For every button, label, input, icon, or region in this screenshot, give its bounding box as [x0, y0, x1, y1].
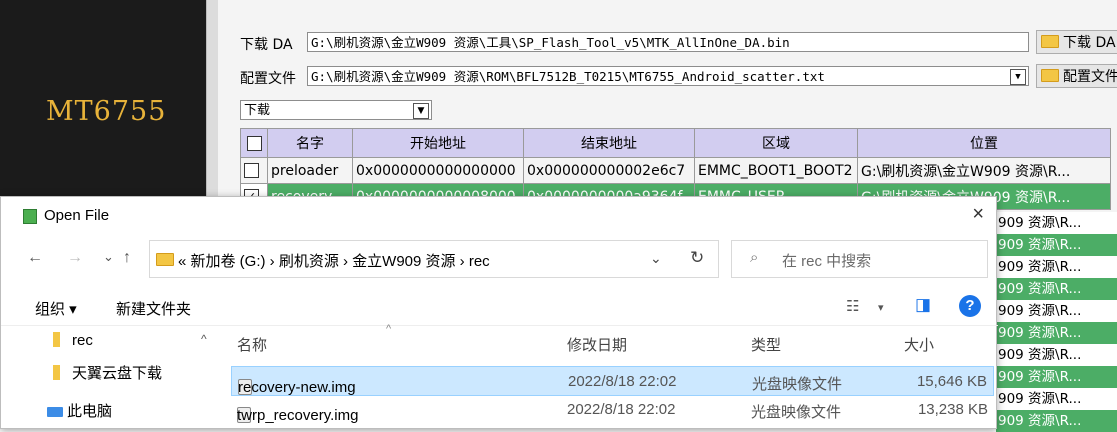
row-end: 0x000000000002e6c7	[523, 157, 695, 184]
col-end-address[interactable]: 结束地址	[523, 128, 695, 158]
file-type: 光盘映像文件	[751, 404, 842, 421]
file-size: 15,646 KB	[916, 373, 987, 390]
folder-icon	[53, 365, 60, 380]
partition-location-column-fragment: 909 资源\R... 909 资源\R... 909 资源\R... 909 …	[996, 212, 1117, 432]
file-type: 光盘映像文件	[752, 376, 843, 393]
nav-item-label: rec	[72, 332, 93, 349]
row-name: preloader	[267, 157, 353, 184]
file-size: 13,238 KB	[917, 401, 988, 418]
scatter-label: 配置文件	[240, 71, 296, 87]
scatter-file-button[interactable]: 配置文件	[1036, 64, 1117, 88]
chip-model-label: MT6755	[46, 96, 167, 127]
search-placeholder: 在 rec 中搜索	[782, 253, 872, 270]
file-date: 2022/8/18 22:02	[567, 401, 676, 418]
file-row[interactable]: twrp_recovery.img 2022/8/18 22:02 光盘映像文件…	[231, 395, 994, 425]
view-options-icon[interactable]: ☷	[846, 297, 859, 315]
select-all-header[interactable]	[240, 128, 268, 158]
download-da-button-label: 下载 DA	[1063, 35, 1116, 51]
chevron-down-icon[interactable]: ▾	[878, 301, 884, 314]
scatter-path-combo[interactable]: G:\刷机资源\金立W909 资源\ROM\BFL7512B_T0215\MT6…	[307, 66, 1029, 86]
back-arrow-icon[interactable]: ←	[27, 249, 43, 271]
col-location[interactable]: 位置	[857, 128, 1111, 158]
mode-select[interactable]: 下载 ▼	[240, 100, 432, 120]
refresh-icon[interactable]: ↻	[690, 248, 704, 268]
scroll-up-icon[interactable]: ^	[201, 332, 207, 346]
table-row-fragment[interactable]: 909 资源\R...	[996, 366, 1117, 388]
scatter-file-button-label: 配置文件	[1063, 69, 1117, 85]
table-row-fragment[interactable]: 909 资源\R...	[996, 234, 1117, 256]
navigation-pane: rec 天翼云盘下载 此电脑 ^	[1, 326, 217, 430]
row-checkbox-cell[interactable]	[240, 157, 268, 184]
table-header-row: 名字 开始地址 结束地址 区域 位置	[240, 128, 1111, 158]
chevron-down-icon[interactable]: ▼	[413, 103, 429, 119]
table-row-fragment[interactable]: 909 资源\R...	[996, 212, 1117, 234]
col-region[interactable]: 区域	[694, 128, 858, 158]
search-icon: ⌕	[750, 249, 759, 266]
file-name-text: twrp_recovery.img	[237, 407, 359, 424]
nav-item-this-pc[interactable]: 此电脑	[47, 400, 112, 421]
table-row-fragment[interactable]: 909 资源\R...	[996, 256, 1117, 278]
row-checkbox[interactable]	[244, 163, 259, 178]
table-row-fragment[interactable]: 909 资源\R...	[996, 278, 1117, 300]
scatter-path-text: G:\刷机资源\金立W909 资源\ROM\BFL7512B_T0215\MT6…	[311, 69, 825, 84]
da-path-field[interactable]: G:\刷机资源\金立W909 资源\工具\SP_Flash_Tool_v5\MT…	[307, 32, 1029, 52]
column-header-type[interactable]: 类型	[751, 334, 781, 355]
table-row[interactable]: preloader 0x0000000000000000 0x000000000…	[240, 157, 1111, 184]
table-row-fragment[interactable]: 909 资源\R...	[996, 300, 1117, 322]
app-icon	[23, 209, 37, 224]
recent-locations-icon[interactable]: ⌄	[103, 249, 114, 271]
address-bar[interactable]: « 新加卷 (G:) › 刷机资源 › 金立W909 资源 › rec ⌄ ↻	[149, 240, 719, 278]
nav-item-tianyi-download[interactable]: 天翼云盘下载	[53, 362, 162, 383]
folder-icon	[1041, 35, 1059, 48]
column-header-size[interactable]: 大小	[904, 334, 934, 355]
select-all-checkbox[interactable]	[246, 135, 262, 151]
chevron-down-icon[interactable]: ▼	[1010, 69, 1026, 85]
open-file-dialog: Open File × ← → ⌄ ↑ « 新加卷 (G:) › 刷机资源 › …	[0, 196, 998, 430]
row-location: G:\刷机资源\金立W909 资源\R...	[857, 157, 1111, 184]
mode-select-value: 下载	[244, 103, 271, 118]
col-start-address[interactable]: 开始地址	[352, 128, 524, 158]
sort-ascending-icon: ^	[386, 323, 392, 335]
folder-icon	[1041, 69, 1059, 82]
column-header-date[interactable]: 修改日期	[567, 334, 627, 355]
folder-icon	[53, 332, 60, 347]
file-name-text: recovery-new.img	[238, 379, 356, 396]
download-da-button[interactable]: 下载 DA	[1036, 30, 1117, 54]
help-icon[interactable]: ?	[959, 295, 981, 317]
nav-item-rec[interactable]: rec	[53, 332, 93, 349]
table-row-fragment[interactable]: 909 资源\R...	[996, 344, 1117, 366]
organize-button[interactable]: 组织 ▾	[35, 298, 77, 319]
nav-item-label: 此电脑	[67, 403, 113, 420]
dialog-title: Open File	[44, 207, 110, 224]
search-box[interactable]: ⌕ 在 rec 中搜索	[731, 240, 988, 278]
forward-arrow-icon[interactable]: →	[67, 249, 83, 271]
breadcrumb[interactable]: « 新加卷 (G:) › 刷机资源 › 金立W909 资源 › rec	[178, 250, 490, 271]
file-row[interactable]: recovery-new.img 2022/8/18 22:02 光盘映像文件 …	[231, 366, 994, 396]
nav-item-label: 天翼云盘下载	[72, 365, 163, 382]
folder-icon	[156, 253, 174, 266]
close-icon[interactable]: ×	[972, 203, 984, 226]
row-region: EMMC_BOOT1_BOOT2	[694, 157, 858, 184]
computer-icon	[47, 407, 63, 417]
column-header-name[interactable]: 名称	[237, 334, 267, 355]
row-start: 0x0000000000000000	[352, 157, 524, 184]
da-label: 下载 DA	[240, 37, 293, 53]
preview-pane-icon[interactable]: ◨	[915, 295, 931, 315]
table-row-fragment[interactable]: 909 资源\R...	[996, 322, 1117, 344]
up-arrow-icon[interactable]: ↑	[123, 249, 131, 271]
chevron-down-icon[interactable]: ⌄	[650, 250, 662, 267]
col-name[interactable]: 名字	[267, 128, 353, 158]
new-folder-button[interactable]: 新建文件夹	[116, 298, 191, 319]
file-date: 2022/8/18 22:02	[568, 373, 677, 390]
table-row-fragment[interactable]: 909 资源\R...	[996, 388, 1117, 410]
